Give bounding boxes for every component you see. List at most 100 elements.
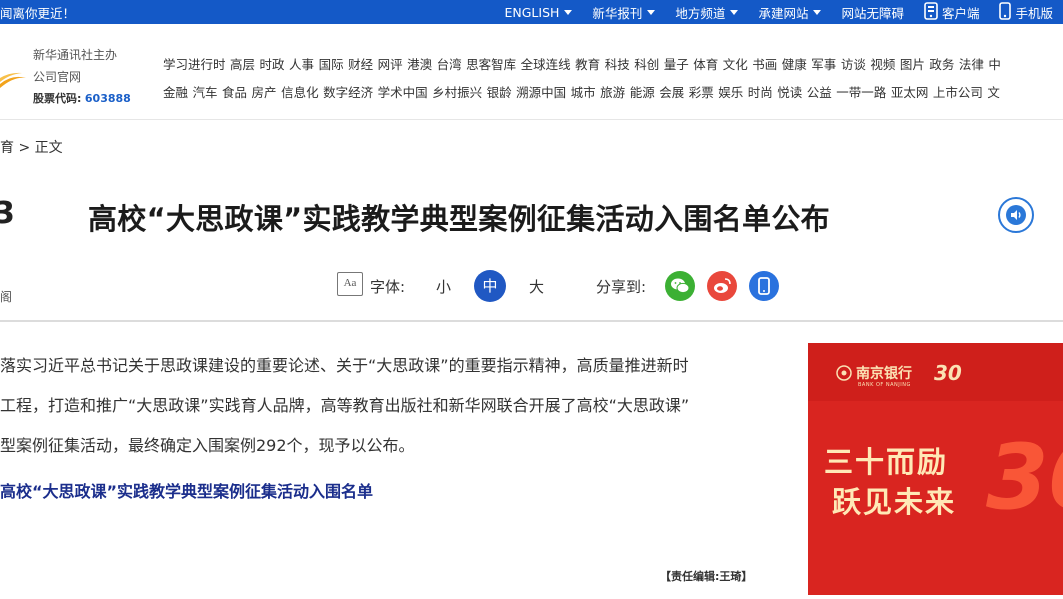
- org-line2: 公司官网: [33, 70, 82, 84]
- channel-link[interactable]: 汽车: [193, 85, 218, 100]
- share-mobile-button[interactable]: [749, 271, 779, 301]
- audio-play-button[interactable]: [998, 197, 1034, 233]
- nav-english-label: ENGLISH: [504, 4, 560, 20]
- channel-link[interactable]: 体育: [693, 57, 718, 72]
- nav-local-channels-label: 地方频道: [675, 5, 726, 21]
- channel-link[interactable]: 量子: [664, 57, 689, 72]
- channel-link[interactable]: 时政: [260, 57, 285, 72]
- nav-hosted-sites[interactable]: 承建网站: [748, 0, 831, 24]
- channel-link[interactable]: 港澳: [407, 57, 432, 72]
- stock-info: 股票代码: 603888: [33, 88, 131, 110]
- channel-link[interactable]: 金融: [163, 85, 188, 100]
- channel-link[interactable]: 国际: [319, 57, 344, 72]
- channel-link[interactable]: 一带一路: [836, 85, 886, 100]
- channel-nav-row2: 金融 汽车 食品 房产 信息化 数字经济 学术中国 乡村振兴 银龄 溯源中国 城市 旅游 能源 会展 彩票娱…: [163, 82, 1004, 101]
- channel-link[interactable]: 公益: [807, 85, 832, 100]
- channel-link[interactable]: 高层: [230, 57, 255, 72]
- channel-link[interactable]: 思客智库: [466, 57, 516, 72]
- channel-link[interactable]: 娱乐: [718, 85, 743, 100]
- share-wechat-button[interactable]: [665, 271, 695, 301]
- stock-code[interactable]: 603888: [85, 92, 131, 105]
- nav-english[interactable]: ENGLISH: [494, 0, 582, 24]
- nav-client-app[interactable]: 客户端: [914, 0, 990, 24]
- org-info: 新华通讯社主办 公司官网 股票代码: 603888: [33, 44, 131, 110]
- channel-link[interactable]: 彩票: [689, 85, 714, 100]
- nav-accessibility[interactable]: 网站无障碍: [831, 0, 914, 24]
- channel-link[interactable]: 亚太网: [891, 85, 929, 100]
- top-bar: 闻离你更近！ ENGLISH 新华报刊 地方频道 承建网站 网站无障碍 客户端: [0, 0, 1063, 24]
- channel-link[interactable]: 城市: [571, 85, 596, 100]
- channel-nav-row1: 学习进行时 高层 时政 人事 国际 财经 网评 港澳 台湾 思客智库 全球连线 教育 科技 科创 量子 体育文…: [163, 54, 1005, 73]
- nav-hosted-sites-label: 承建网站: [758, 5, 809, 21]
- client-app-icon: [924, 1, 938, 23]
- nav-mobile[interactable]: 手机版: [989, 0, 1063, 24]
- channel-link[interactable]: 军事: [811, 57, 836, 72]
- article-body: 落实习近平总书记关于思政课建设的重要论述、关于“大思政课”的重要指示精神，高质量…: [0, 346, 780, 466]
- channel-link[interactable]: 人事: [289, 57, 314, 72]
- channel-link[interactable]: 文: [987, 85, 1000, 100]
- channel-link[interactable]: 学习进行时: [163, 57, 226, 72]
- article-tools: Aa 字体: 小 中 大 分享到:: [0, 270, 1063, 304]
- chevron-down-icon: [730, 9, 739, 15]
- chevron-down-icon: [813, 9, 822, 15]
- channel-link[interactable]: 台湾: [437, 57, 462, 72]
- welcome-text: 闻离你更近！: [0, 6, 76, 21]
- chevron-down-icon: [564, 9, 573, 15]
- channel-link[interactable]: 访谈: [841, 57, 866, 72]
- channel-link[interactable]: 科创: [634, 57, 659, 72]
- channel-link[interactable]: 文化: [723, 57, 748, 72]
- channel-link[interactable]: 溯源中国: [516, 85, 566, 100]
- channel-link[interactable]: 全球连线: [521, 57, 571, 72]
- responsible-editor: 【责任编辑:王琦】: [660, 570, 753, 583]
- top-nav: ENGLISH 新华报刊 地方频道 承建网站 网站无障碍 客户端 手机版: [494, 0, 1063, 24]
- channel-link[interactable]: 悦读: [777, 85, 802, 100]
- channel-link[interactable]: 食品: [222, 85, 247, 100]
- chevron-down-icon: [647, 9, 656, 15]
- bank-advertisement[interactable]: 南京银行 BANK OF NANJING 30 30 三十而励 跃见未来: [808, 343, 1063, 595]
- wechat-icon: [671, 278, 690, 294]
- font-size-large-button[interactable]: 大: [529, 276, 544, 297]
- org-line1: 新华通讯社主办: [33, 48, 118, 62]
- channel-link[interactable]: 能源: [630, 85, 655, 100]
- nav-xinhua-press-label: 新华报刊: [592, 5, 643, 21]
- weibo-icon: [714, 278, 731, 293]
- channel-link[interactable]: 财经: [348, 57, 373, 72]
- breadcrumb[interactable]: 育 > 正文: [0, 137, 63, 157]
- channel-link[interactable]: 上市公司: [933, 85, 983, 100]
- channel-link[interactable]: 中: [988, 57, 1001, 72]
- xinhua-logo[interactable]: [0, 70, 26, 94]
- channel-link[interactable]: 图片: [900, 57, 925, 72]
- site-header: 新华通讯社主办 公司官网 股票代码: 603888 学习进行时 高层 时政 人事 国际财…: [0, 24, 1063, 120]
- channel-link[interactable]: 银龄: [487, 85, 512, 100]
- channel-link[interactable]: 房产: [252, 85, 277, 100]
- channel-link[interactable]: 数字经济: [323, 85, 373, 100]
- channel-link[interactable]: 教育: [575, 57, 600, 72]
- nav-client-app-label: 客户端: [941, 5, 980, 21]
- channel-link[interactable]: 旅游: [600, 85, 625, 100]
- content-divider: [0, 320, 1063, 322]
- nav-local-channels[interactable]: 地方频道: [665, 0, 748, 24]
- font-label: 字体:: [370, 278, 406, 296]
- channel-link[interactable]: 视频: [870, 57, 895, 72]
- ad-slogan-line2: 跃见未来: [832, 485, 957, 519]
- font-size-small-button[interactable]: 小: [436, 276, 451, 297]
- channel-link[interactable]: 法律: [959, 57, 984, 72]
- shortlist-link[interactable]: 高校“大思政课”实践教学典型案例征集活动入围名单: [0, 478, 373, 502]
- article-paragraph-line: 工程，打造和推广“大思政课”实践育人品牌，高等教育出版社和新华网联合开展了高校“…: [0, 396, 690, 415]
- nav-xinhua-press[interactable]: 新华报刊: [582, 0, 665, 24]
- channel-link[interactable]: 科技: [605, 57, 630, 72]
- channel-link[interactable]: 信息化: [281, 85, 319, 100]
- channel-link[interactable]: 学术中国: [378, 85, 428, 100]
- font-size-medium-button[interactable]: 中: [474, 270, 506, 302]
- clipped-sidebar-text: 3: [0, 196, 15, 231]
- channel-link[interactable]: 乡村振兴: [432, 85, 482, 100]
- channel-link[interactable]: 书画: [752, 57, 777, 72]
- share-weibo-button[interactable]: [707, 271, 737, 301]
- channel-link[interactable]: 网评: [378, 57, 403, 72]
- ad-anniversary-badge: 30: [934, 361, 962, 385]
- channel-link[interactable]: 会展: [659, 85, 684, 100]
- channel-link[interactable]: 健康: [782, 57, 807, 72]
- channel-link[interactable]: 时尚: [748, 85, 773, 100]
- channel-link[interactable]: 政务: [929, 57, 954, 72]
- ad-bank-name: 南京银行: [856, 366, 912, 382]
